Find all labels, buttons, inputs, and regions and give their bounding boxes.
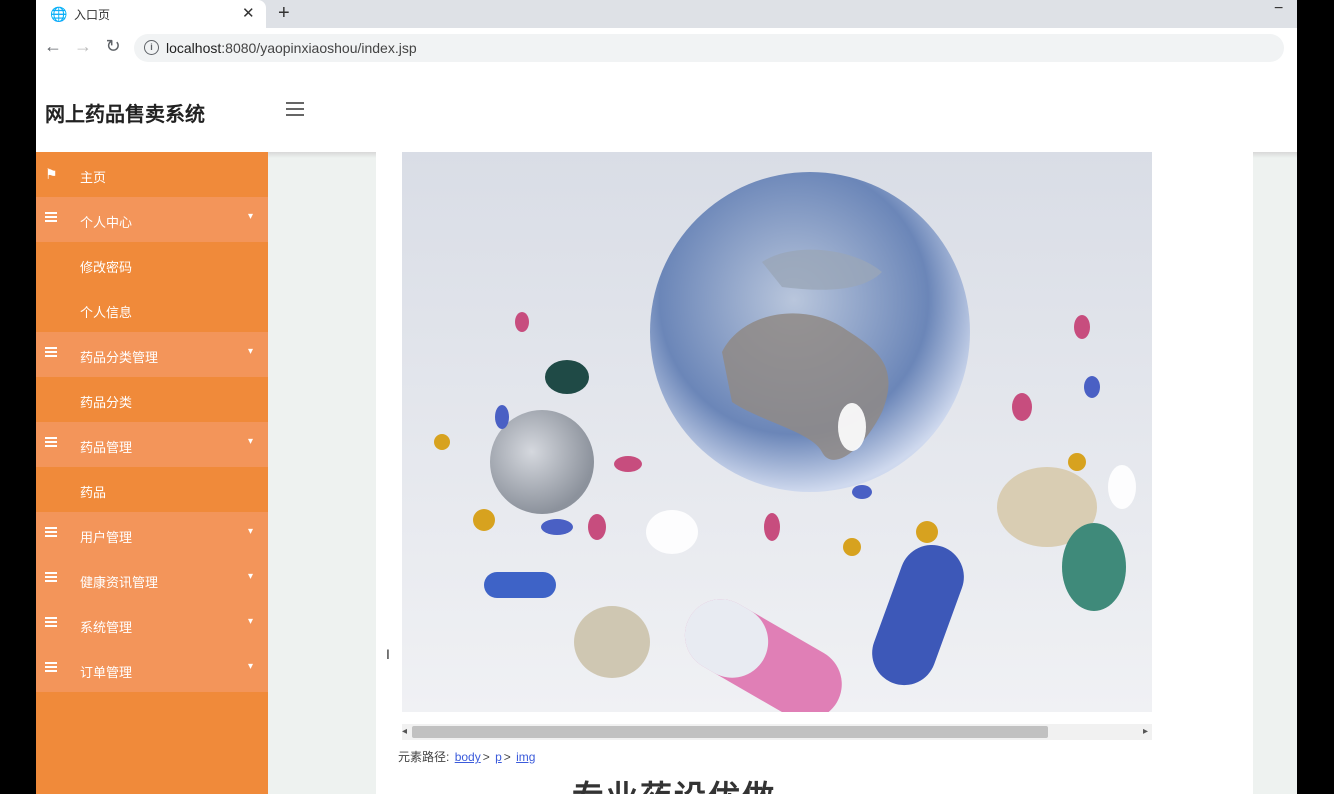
sidebar-item-label: 药品 <box>80 485 107 500</box>
sidebar-item[interactable]: 个人信息 <box>36 287 268 332</box>
sidebar-item[interactable]: ▾ 系统管理 <box>36 602 268 647</box>
sidebar: ⚑ 主页 ▾ 个人中心 修改密码 个人信息 ▾ 药品分类管理 药品分类 ▾ 药品管理 药品 ▾ 用户管理 ▾… <box>36 152 268 794</box>
sidebar-item-label: 系统管理 <box>80 620 133 635</box>
path-p-link[interactable]: p <box>495 750 502 764</box>
sidebar-item[interactable]: 药品分类 <box>36 377 268 422</box>
browser-window: 🌐 入口页 ✕ + − ← → ↻ i localhost:8080/yaopi… <box>36 0 1297 794</box>
main-content: ◂ ▸ 元素路径: body> p> img 专业药设优做 I <box>268 152 1297 794</box>
list-icon <box>45 572 57 584</box>
url-text[interactable]: localhost:8080/yaopinxiaoshou/index.jsp <box>166 40 417 56</box>
content-headline: 专业药设优做 <box>572 772 776 794</box>
text-cursor-icon: I <box>386 646 390 662</box>
element-path-label: 元素路径: <box>398 750 450 764</box>
chevron-down-icon: ▾ <box>248 436 254 447</box>
globe-icon: 🌐 <box>50 6 68 22</box>
path-img-link[interactable]: img <box>516 750 535 764</box>
sidebar-item-label: 健康资讯管理 <box>80 575 159 590</box>
sidebar-item[interactable]: ▾ 药品分类管理 <box>36 332 268 377</box>
minimize-button[interactable]: − <box>1274 0 1283 18</box>
sidebar-item[interactable]: ▾ 订单管理 <box>36 647 268 692</box>
new-tab-button[interactable]: + <box>278 2 290 25</box>
list-icon <box>45 437 57 449</box>
sidebar-item-label: 药品分类 <box>80 395 133 410</box>
list-icon <box>45 617 57 629</box>
scrollbar-thumb[interactable] <box>412 726 1048 738</box>
tab-strip: 🌐 入口页 ✕ + − <box>36 0 1297 28</box>
sidebar-item-label: 修改密码 <box>80 260 133 275</box>
chevron-down-icon: ▾ <box>248 571 254 582</box>
forward-button[interactable]: → <box>72 36 94 57</box>
sidebar-item-label: 用户管理 <box>80 530 133 545</box>
chevron-down-icon: ▾ <box>248 661 254 672</box>
editor-panel: ◂ ▸ 元素路径: body> p> img 专业药设优做 <box>376 152 1253 794</box>
tab-title: 入口页 <box>74 8 111 22</box>
sidebar-item[interactable]: ▾ 用户管理 <box>36 512 268 557</box>
sidebar-item[interactable]: ⚑ 主页 <box>36 152 268 197</box>
tab-close-icon[interactable]: ✕ <box>242 4 255 22</box>
sidebar-item[interactable]: 修改密码 <box>36 242 268 287</box>
sidebar-item[interactable]: 药品 <box>36 467 268 512</box>
chevron-down-icon: ▾ <box>248 211 254 222</box>
list-icon <box>45 347 57 359</box>
sidebar-item-label: 药品管理 <box>80 440 133 455</box>
list-icon <box>45 212 57 224</box>
back-button[interactable]: ← <box>42 36 64 57</box>
sidebar-item-label: 主页 <box>80 170 107 185</box>
address-bar[interactable]: i localhost:8080/yaopinxiaoshou/index.js… <box>134 34 1284 62</box>
list-icon <box>45 662 57 674</box>
chevron-down-icon: ▾ <box>248 346 254 357</box>
screen-border-right <box>1297 0 1334 794</box>
sidebar-item-label: 个人中心 <box>80 215 133 230</box>
sidebar-item[interactable]: ▾ 药品管理 <box>36 422 268 467</box>
sidebar-item-label: 个人信息 <box>80 305 133 320</box>
scroll-left-icon[interactable]: ◂ <box>402 724 407 740</box>
sidebar-item[interactable]: ▾ 个人中心 <box>36 197 268 242</box>
sidebar-item-label: 订单管理 <box>80 665 133 680</box>
browser-tab[interactable]: 🌐 入口页 ✕ <box>36 0 266 28</box>
element-path: 元素路径: body > p > img <box>398 750 536 764</box>
chevron-down-icon: ▾ <box>248 616 254 627</box>
reload-button[interactable]: ↻ <box>102 36 124 57</box>
flag-icon: ⚑ <box>45 166 58 182</box>
scroll-right-icon[interactable]: ▸ <box>1143 724 1148 740</box>
info-icon[interactable]: i <box>144 40 159 55</box>
app-title: 网上药品售卖系统 <box>45 104 205 126</box>
horizontal-scrollbar[interactable]: ◂ ▸ <box>402 724 1152 740</box>
browser-toolbar: ← → ↻ i localhost:8080/yaopinxiaoshou/in… <box>36 28 1297 68</box>
menu-toggle-icon[interactable] <box>286 102 304 120</box>
sidebar-item-label: 药品分类管理 <box>80 350 159 365</box>
screen-border-left <box>0 0 36 794</box>
app-header: 网上药品售卖系统 <box>36 68 1297 152</box>
chevron-down-icon: ▾ <box>248 526 254 537</box>
banner-image[interactable] <box>402 152 1152 712</box>
path-body-link[interactable]: body <box>455 750 481 764</box>
sidebar-item[interactable]: ▾ 健康资讯管理 <box>36 557 268 602</box>
list-icon <box>45 527 57 539</box>
